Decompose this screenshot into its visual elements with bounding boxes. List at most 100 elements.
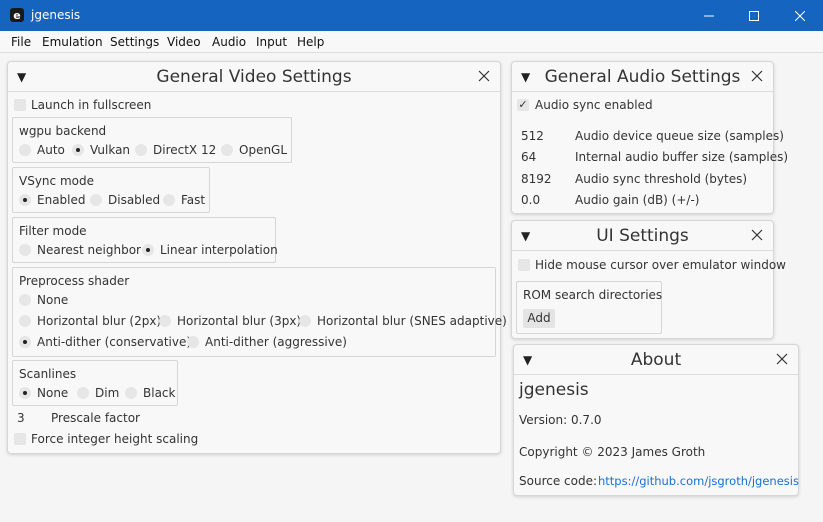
vsync-enabled-label: Enabled [37, 193, 86, 207]
about-app-name: jgenesis [519, 380, 589, 400]
filter-nearest-label: Nearest neighbor [37, 243, 141, 257]
wgpu-directx12-radio[interactable] [135, 144, 147, 156]
audio-panel-title: General Audio Settings [544, 67, 741, 87]
preprocess-shader-label: Preprocess shader [19, 274, 130, 288]
filter-nearest-radio[interactable] [19, 244, 31, 256]
ui-panel-header: ▼ UI Settings [512, 221, 773, 251]
wgpu-opengl-label: OpenGL [239, 143, 288, 157]
maximize-button[interactable] [731, 0, 777, 31]
force-integer-label: Force integer height scaling [31, 432, 199, 446]
prescale-factor-label: Prescale factor [51, 411, 140, 425]
audio-buffer-size-label: Internal audio buffer size (samples) [575, 150, 789, 164]
filter-mode-label: Filter mode [19, 224, 87, 238]
vsync-enabled-radio[interactable] [19, 194, 31, 206]
app-icon: e [10, 8, 24, 22]
wgpu-vulkan-label: Vulkan [90, 143, 131, 157]
close-icon [795, 10, 805, 21]
scanlines-label: Scanlines [19, 367, 77, 381]
audio-sync-threshold-label: Audio sync threshold (bytes) [575, 172, 748, 186]
vsync-fast-radio[interactable] [163, 194, 175, 206]
maximize-icon [749, 10, 759, 21]
close-icon[interactable] [478, 70, 490, 82]
wgpu-backend-label: wgpu backend [19, 124, 107, 138]
menu-bar: File Emulation Settings Video Audio Inpu… [0, 31, 823, 53]
menu-help[interactable]: Help [297, 35, 324, 49]
shader-antidither-conservative-label: Anti-dither (conservative) [37, 335, 192, 349]
shader-hblur3-label: Horizontal blur (3px) [177, 314, 302, 328]
vsync-disabled-radio[interactable] [90, 194, 102, 206]
video-settings-panel: ▼ General Video Settings Launch in fulls… [7, 61, 507, 454]
shader-hblur-snes-radio[interactable] [299, 315, 311, 327]
shader-hblur3-radio[interactable] [159, 315, 171, 327]
filter-mode-group: Filter mode Nearest neighbor Linear inte… [12, 217, 278, 263]
ui-settings-panel: ▼ UI Settings Hide mouse cursor over emu… [511, 220, 786, 339]
menu-settings[interactable]: Settings [110, 35, 159, 49]
audio-gain-label: Audio gain (dB) (+/-) [575, 193, 700, 207]
window-title: jgenesis [31, 8, 81, 22]
wgpu-backend-group: wgpu backend Auto Vulkan DirectX 12 Open… [12, 117, 292, 163]
close-window-button[interactable] [777, 0, 823, 31]
minimize-button[interactable] [686, 0, 732, 31]
about-version: Version: 0.7.0 [519, 413, 602, 427]
wgpu-auto-label: Auto [37, 143, 65, 157]
wgpu-auto-radio[interactable] [19, 144, 31, 156]
shader-antidither-aggressive-label: Anti-dither (aggressive) [205, 335, 347, 349]
shader-hblur2-radio[interactable] [19, 315, 31, 327]
ui-panel-title: UI Settings [596, 226, 689, 246]
shader-antidither-aggressive-radio[interactable] [187, 336, 199, 348]
video-panel-header: ▼ General Video Settings [8, 62, 500, 92]
hide-cursor-checkbox[interactable] [518, 259, 530, 271]
audio-buffer-size-input[interactable]: 64 [521, 150, 536, 164]
audio-sync-checkbox[interactable]: ✓ [517, 99, 529, 111]
about-panel-title: About [630, 350, 682, 370]
vsync-group: VSync mode Enabled Disabled Fast [12, 167, 210, 213]
wgpu-vulkan-radio[interactable] [72, 144, 84, 156]
about-panel: ▼ About jgenesis Version: 0.7.0 Copyrigh… [513, 344, 799, 496]
scanlines-black-label: Black [143, 386, 176, 400]
scanlines-none-radio[interactable] [19, 387, 31, 399]
about-source-link[interactable]: https://github.com/jsgroth/jgenesis [598, 474, 799, 488]
close-icon[interactable] [751, 229, 763, 241]
filter-linear-radio[interactable] [142, 244, 154, 256]
audio-gain-input[interactable]: 0.0 [521, 193, 540, 207]
launch-fullscreen-checkbox[interactable] [14, 99, 26, 111]
prescale-factor-input[interactable]: 3 [17, 411, 25, 425]
scanlines-black-radio[interactable] [125, 387, 137, 399]
about-panel-header: ▼ About [514, 345, 798, 375]
menu-video[interactable]: Video [167, 35, 201, 49]
menu-emulation[interactable]: Emulation [42, 35, 103, 49]
hide-cursor-label: Hide mouse cursor over emulator window [535, 258, 786, 272]
shader-none-label: None [37, 293, 69, 307]
vsync-label: VSync mode [19, 174, 94, 188]
force-integer-checkbox[interactable] [14, 433, 26, 445]
preprocess-shader-group: Preprocess shader None Horizontal blur (… [12, 267, 507, 357]
scanlines-dim-radio[interactable] [77, 387, 89, 399]
rom-search-group: ROM search directories Add [516, 281, 662, 334]
video-panel-title: General Video Settings [156, 67, 352, 87]
close-icon[interactable] [751, 70, 763, 82]
title-bar: e jgenesis [0, 0, 823, 31]
close-icon[interactable] [776, 353, 788, 365]
shader-hblur-snes-label: Horizontal blur (SNES adaptive) [317, 314, 507, 328]
audio-sync-threshold-input[interactable]: 8192 [521, 172, 552, 186]
wgpu-directx12-label: DirectX 12 [153, 143, 217, 157]
shader-none-radio[interactable] [19, 294, 31, 306]
menu-input[interactable]: Input [256, 35, 287, 49]
filter-linear-label: Linear interpolation [160, 243, 278, 257]
shader-antidither-conservative-radio[interactable] [19, 336, 31, 348]
audio-panel-header: ▼ General Audio Settings [512, 62, 773, 92]
rom-search-label: ROM search directories [523, 288, 663, 302]
minimize-icon [704, 15, 714, 16]
scanlines-group: Scanlines None Dim Black [12, 360, 178, 406]
add-directory-button[interactable]: Add [523, 309, 555, 328]
about-copyright: Copyright © 2023 James Groth [519, 445, 706, 459]
wgpu-opengl-radio[interactable] [221, 144, 233, 156]
scanlines-dim-label: Dim [95, 386, 120, 400]
about-source-label: Source code: [519, 474, 598, 488]
scanlines-none-label: None [37, 386, 69, 400]
audio-queue-size-label: Audio device queue size (samples) [575, 129, 784, 143]
audio-settings-panel: ▼ General Audio Settings ✓ Audio sync en… [511, 61, 788, 214]
menu-audio[interactable]: Audio [212, 35, 246, 49]
menu-file[interactable]: File [11, 35, 31, 49]
audio-queue-size-input[interactable]: 512 [521, 129, 544, 143]
